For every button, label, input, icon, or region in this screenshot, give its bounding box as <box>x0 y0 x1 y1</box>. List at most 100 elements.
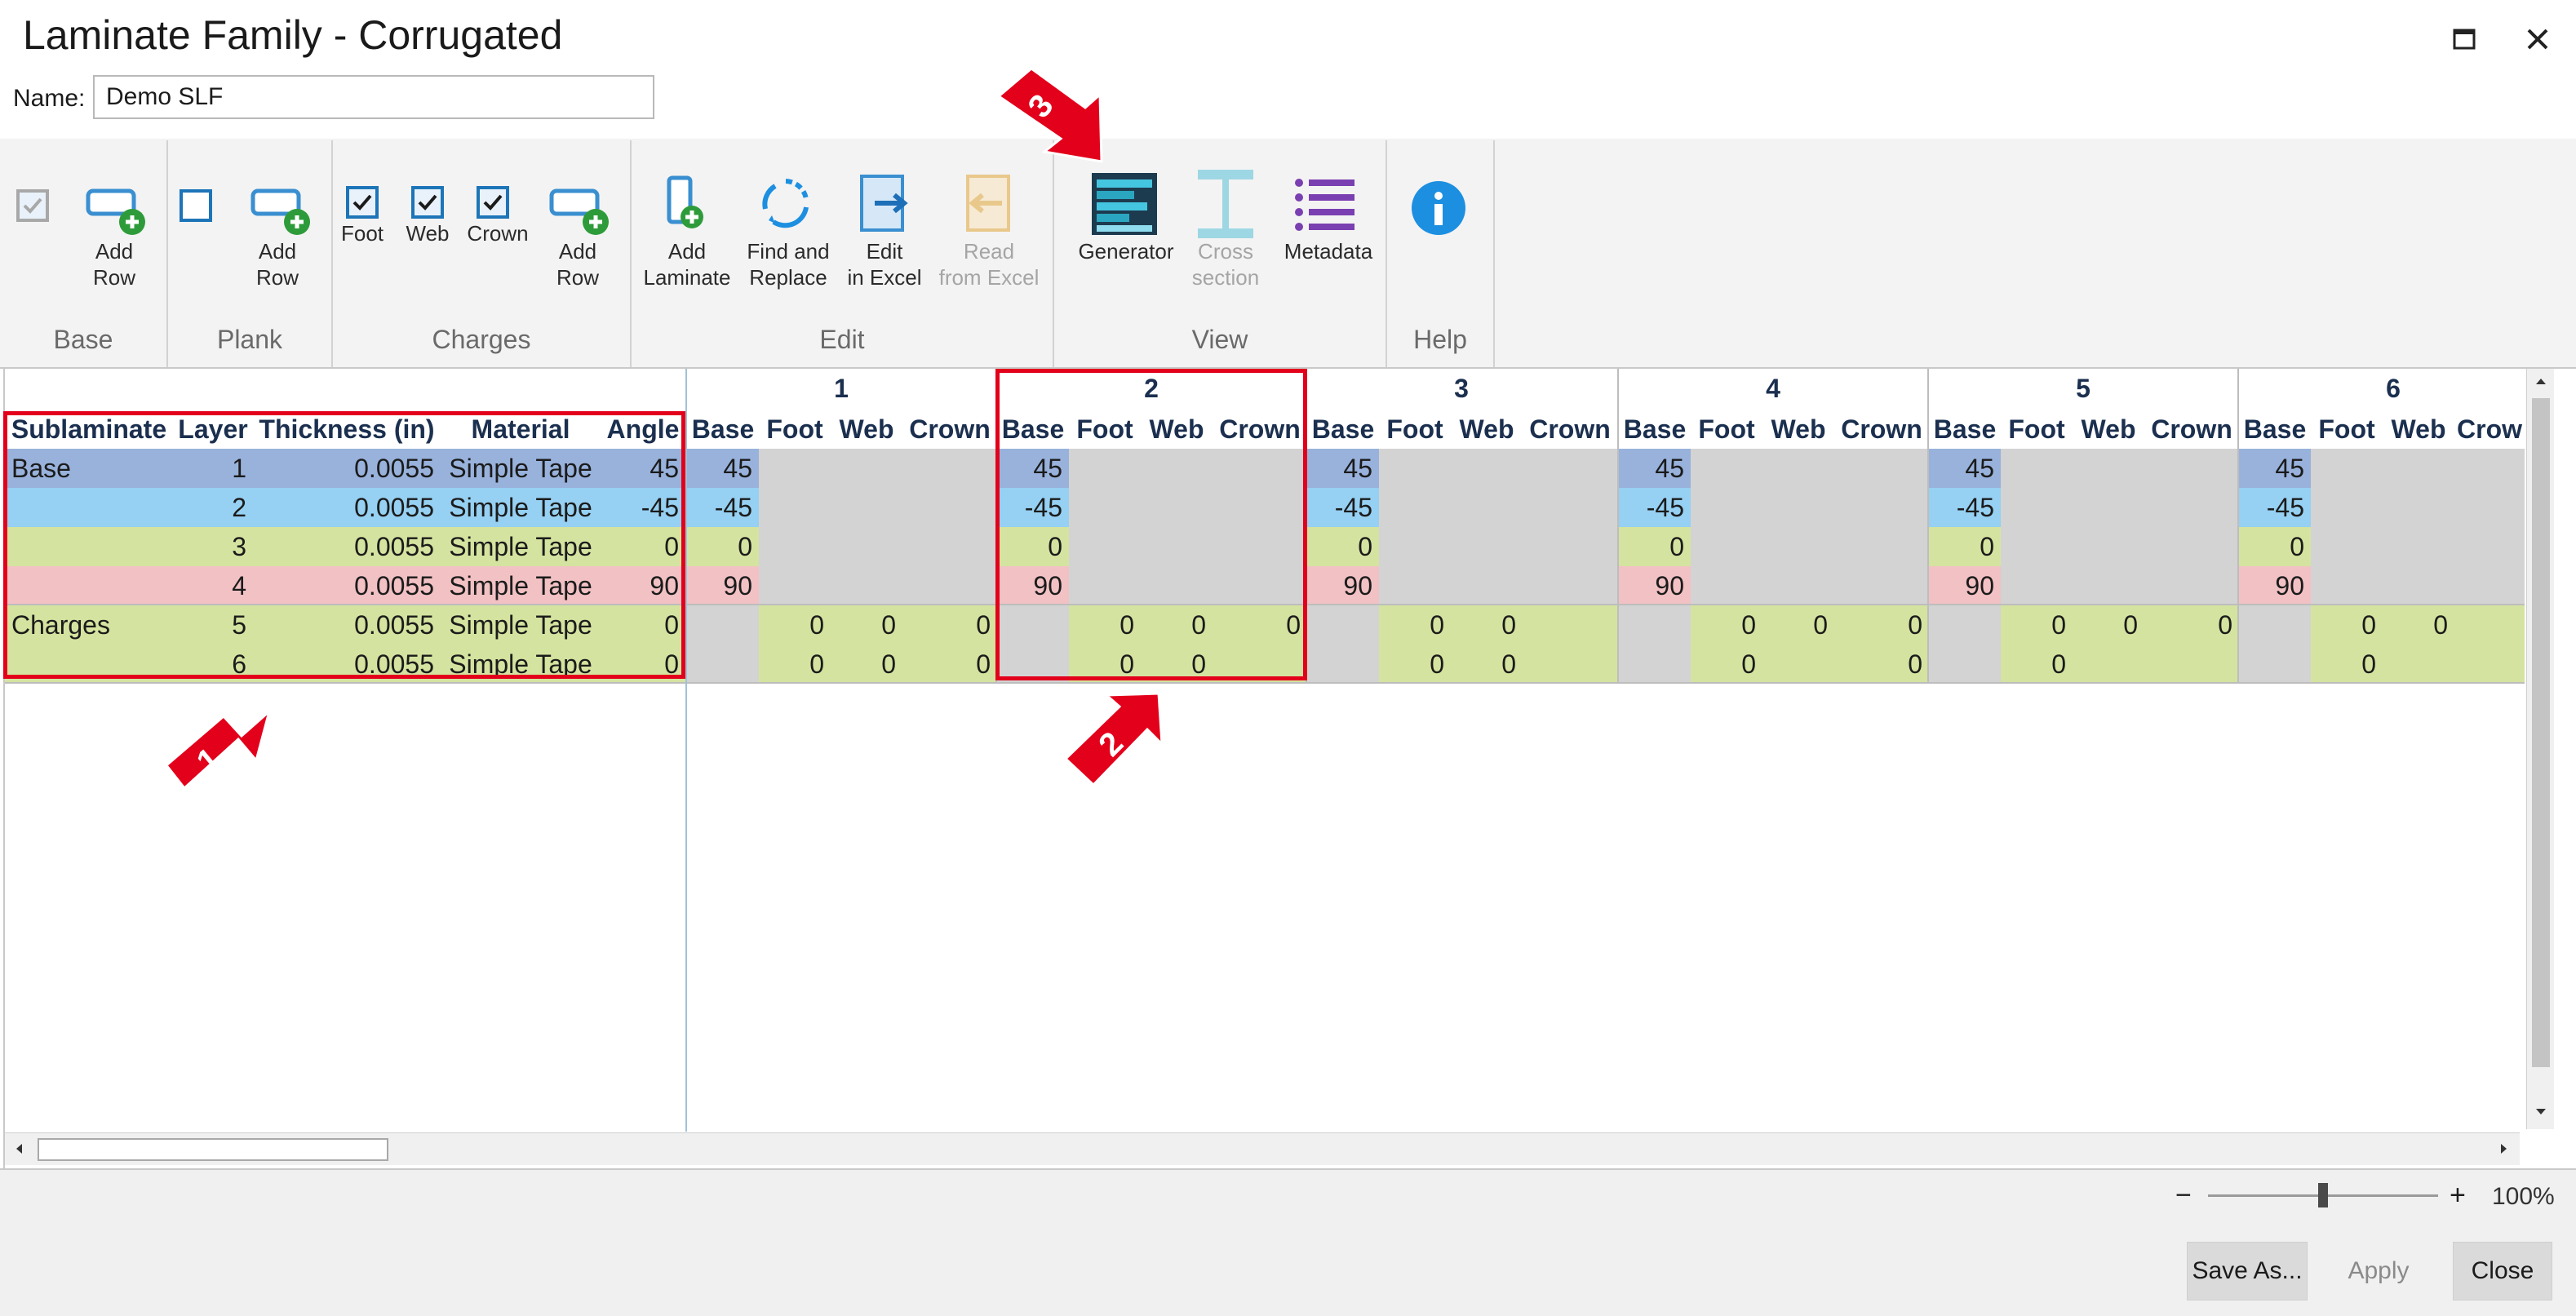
add-row-icon[interactable] <box>250 186 315 238</box>
metadata-icon[interactable] <box>1292 175 1358 233</box>
laminate-cell <box>1523 449 1617 488</box>
generator-icon[interactable] <box>1090 171 1159 237</box>
plank-checkbox[interactable] <box>180 189 212 222</box>
laminate-cell <box>1379 566 1451 605</box>
zoom-slider-thumb[interactable] <box>2318 1183 2328 1207</box>
laminate-cell: 0 <box>2383 605 2454 645</box>
laminate-cell <box>2454 566 2525 605</box>
scroll-right-icon[interactable] <box>2494 1138 2515 1159</box>
scroll-down-icon[interactable] <box>2530 1101 2552 1123</box>
laminate-cell: 0 <box>759 645 831 684</box>
laminate-3-crown-header: Crown <box>1529 414 1611 444</box>
window-title: Laminate Family - Corrugated <box>23 12 563 58</box>
laminate-cell <box>1834 488 1929 527</box>
close-icon <box>2527 29 2548 50</box>
laminate-cell: 0 <box>1451 605 1523 645</box>
maximize-button[interactable] <box>2440 15 2489 64</box>
close-window-button[interactable] <box>2513 15 2562 64</box>
group-label-charges: Charges <box>432 325 531 354</box>
base-add-row-button[interactable]: Add Row <box>75 238 153 290</box>
apply-button: Apply <box>2317 1242 2440 1300</box>
laminate-3-foot-header: Foot <box>1386 414 1443 444</box>
laminate-cell: 0 <box>1762 605 1834 645</box>
find-replace-button[interactable]: Find and Replace <box>738 238 839 290</box>
laminate-cell: -45 <box>1929 488 2001 527</box>
close-button[interactable]: Close <box>2453 1242 2552 1300</box>
laminate-4-crown-header: Crown <box>1841 414 1922 444</box>
laminate-cell: -45 <box>687 488 759 527</box>
callout-2: 2 <box>1061 690 1175 796</box>
laminate-cell: 0 <box>1691 645 1762 684</box>
callout-1: 1 <box>160 707 282 813</box>
laminate-cell <box>759 488 831 527</box>
info-icon[interactable] <box>1410 179 1467 237</box>
laminate-cell <box>831 449 902 488</box>
zoom-out-button[interactable]: − <box>2175 1180 2192 1212</box>
scroll-left-icon[interactable] <box>8 1138 29 1159</box>
base-checkbox[interactable] <box>16 189 49 222</box>
laminate-4-web-header: Web <box>1771 414 1826 444</box>
checkmark-icon <box>483 194 503 210</box>
laminate-5-base-header: Base <box>1933 414 1997 444</box>
laminate-cell: 45 <box>687 449 759 488</box>
add-laminate-icon[interactable] <box>663 175 712 232</box>
laminate-cell <box>2073 645 2144 684</box>
horizontal-scrollbar[interactable] <box>5 1132 2520 1165</box>
laminate-cell <box>1379 488 1451 527</box>
laminate-cell <box>1691 449 1762 488</box>
laminate-cell <box>687 645 759 684</box>
zoom-in-button[interactable]: + <box>2450 1180 2466 1212</box>
laminate-header-5: 5 <box>2076 374 2091 403</box>
laminate-cell: 45 <box>1307 449 1379 488</box>
laminate-cell <box>2144 527 2239 566</box>
laminate-cell: 90 <box>2239 566 2311 605</box>
laminate-cell: -45 <box>1619 488 1691 527</box>
laminate-cell <box>2454 645 2525 684</box>
laminate-header-3: 3 <box>1454 374 1469 403</box>
laminate-4-foot-header: Foot <box>1698 414 1755 444</box>
horizontal-scroll-thumb[interactable] <box>38 1138 388 1161</box>
read-from-excel-icon <box>960 173 1017 233</box>
laminate-cell <box>2454 488 2525 527</box>
highlight-box-laminate-2 <box>995 369 1307 680</box>
laminate-cell <box>2383 645 2454 684</box>
plank-add-row-button[interactable]: Add Row <box>238 238 317 290</box>
laminate-header-1: 1 <box>834 374 849 403</box>
laminate-cell <box>2073 449 2144 488</box>
save-as-button[interactable]: Save As... <box>2187 1242 2308 1300</box>
laminate-cell <box>2144 449 2239 488</box>
laminate-1-base-header: Base <box>691 414 755 444</box>
add-row-icon[interactable] <box>85 186 150 238</box>
laminate-cell <box>2144 566 2239 605</box>
laminate-cell <box>902 488 997 527</box>
checkmark-icon <box>418 194 437 210</box>
charges-add-row-button[interactable]: Add Row <box>539 238 617 290</box>
laminate-cell <box>1451 527 1523 566</box>
laminate-cell <box>1523 645 1617 684</box>
crown-checkbox[interactable] <box>477 186 509 219</box>
metadata-button[interactable]: Metadata <box>1273 238 1384 264</box>
laminate-5-foot-header: Foot <box>2008 414 2065 444</box>
web-checkbox[interactable] <box>411 186 444 219</box>
laminate-cell <box>1834 566 1929 605</box>
laminate-cell: 0 <box>2001 605 2073 645</box>
laminate-cell <box>759 449 831 488</box>
edit-in-excel-icon[interactable] <box>857 173 914 233</box>
laminate-header-6: 6 <box>2386 374 2401 403</box>
laminate-cell: 90 <box>687 566 759 605</box>
foot-checkbox[interactable] <box>346 186 379 219</box>
laminate-cell <box>2311 527 2383 566</box>
laminate-1-foot-header: Foot <box>766 414 823 444</box>
laminate-3-web-header: Web <box>1459 414 1514 444</box>
scroll-up-icon[interactable] <box>2530 370 2552 392</box>
edit-in-excel-button[interactable]: Edit in Excel <box>845 238 924 290</box>
laminate-6-crown-header: Crow <box>2457 414 2522 444</box>
vertical-scrollbar[interactable] <box>2526 369 2554 1129</box>
find-replace-icon[interactable] <box>757 175 814 232</box>
add-laminate-button[interactable]: Add Laminate <box>640 238 734 290</box>
vertical-scroll-thumb[interactable] <box>2532 398 2550 1067</box>
web-label: Web <box>406 221 450 246</box>
name-input[interactable]: Demo SLF <box>93 75 654 119</box>
add-row-icon[interactable] <box>548 186 614 238</box>
generator-button[interactable]: Generator <box>1071 238 1182 264</box>
